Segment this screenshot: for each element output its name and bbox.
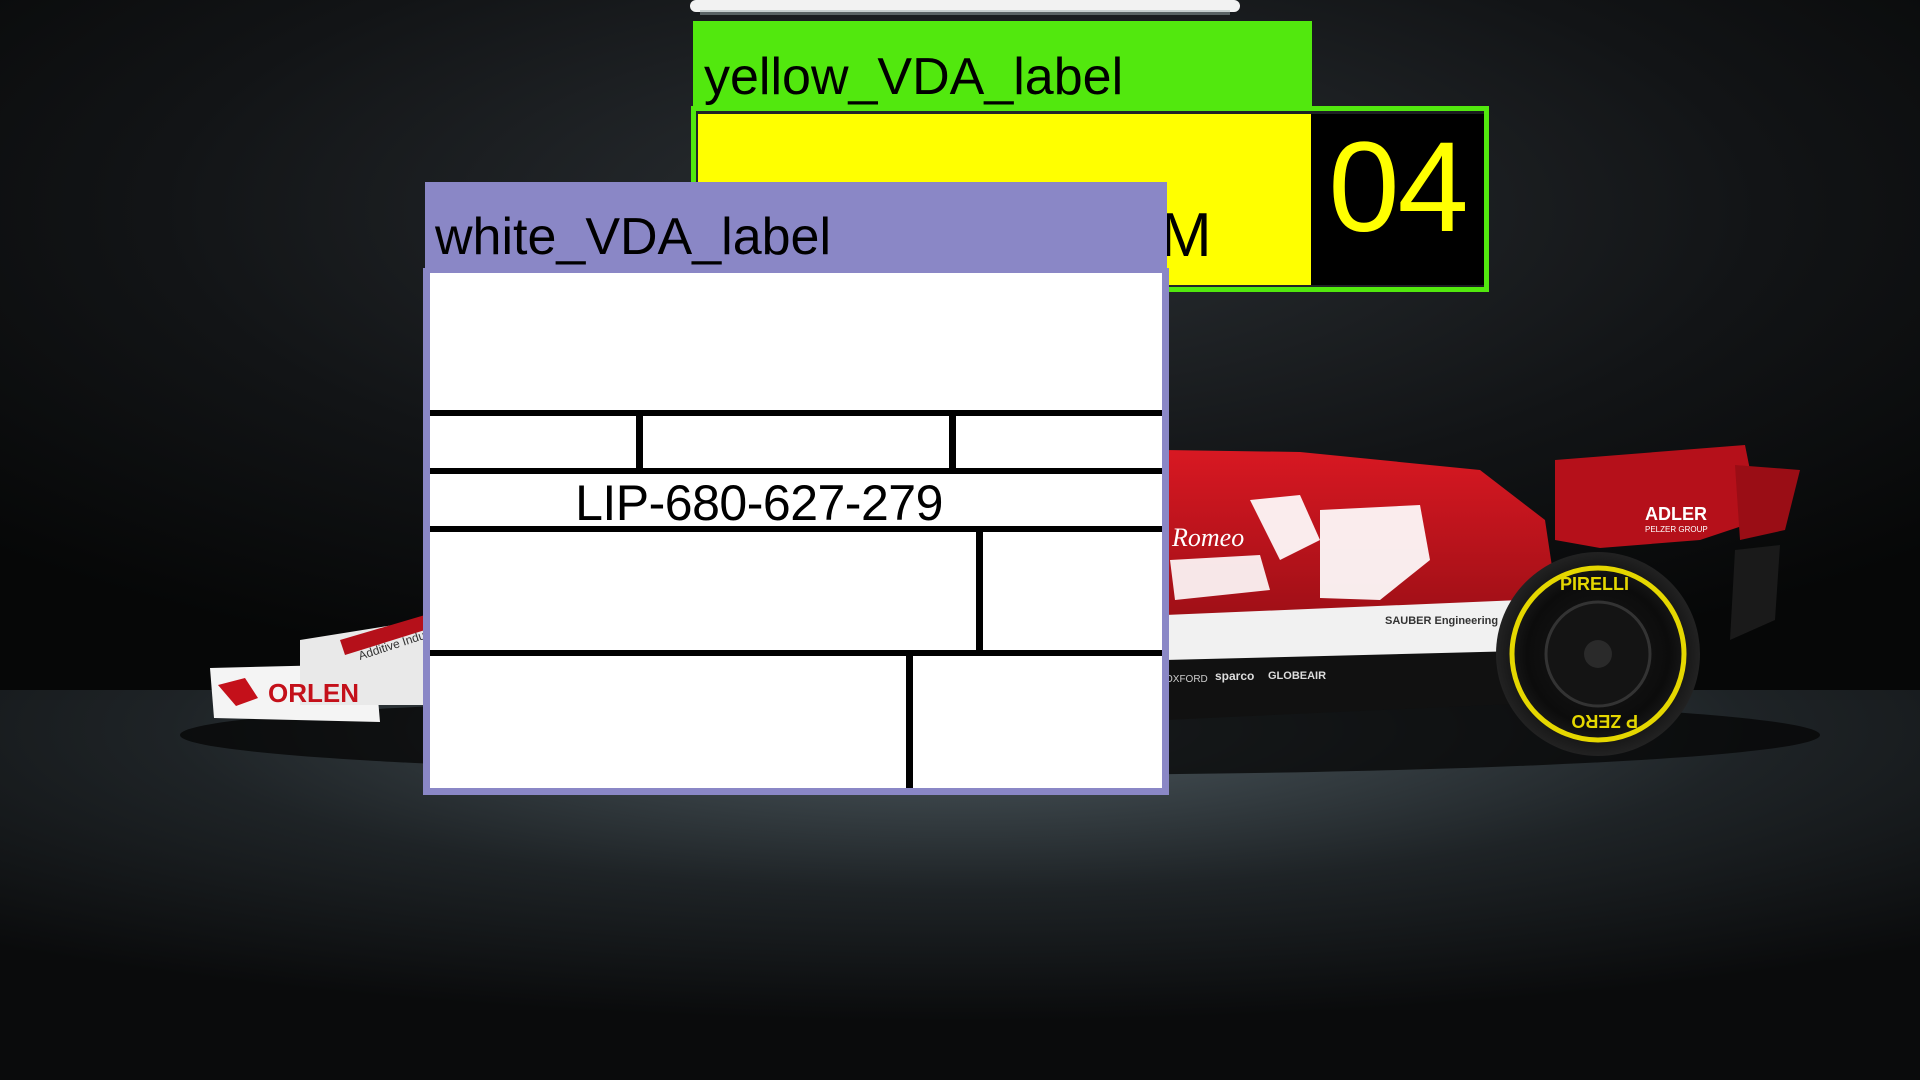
white-label-cell — [643, 416, 949, 468]
white-label-cell — [983, 532, 1162, 650]
yellow-label-number: 04 — [1328, 116, 1468, 259]
yellow-label-header: yellow_VDA_label — [693, 21, 1312, 108]
rear-tyre: PIRELLI P ZERO — [1496, 552, 1700, 756]
svg-text:Romeo: Romeo — [1171, 523, 1244, 552]
svg-text:ADLER: ADLER — [1645, 504, 1707, 524]
svg-text:ORLEN: ORLEN — [268, 678, 359, 708]
white-label-cell — [956, 416, 1162, 468]
svg-text:OXFORD: OXFORD — [1165, 674, 1208, 685]
white-label-header: white_VDA_label — [425, 182, 1167, 272]
white-label-cell — [430, 273, 1162, 410]
svg-text:sparco: sparco — [1215, 669, 1254, 683]
white-label-cell — [430, 416, 636, 468]
white-label-cell — [430, 656, 906, 788]
white-label-id-text: LIP-680-627-279 — [575, 475, 943, 531]
white-label-cell — [430, 532, 976, 650]
svg-text:P ZERO: P ZERO — [1571, 711, 1638, 731]
svg-text:SAUBER Engineering: SAUBER Engineering — [1385, 615, 1498, 627]
white-label-cell — [913, 656, 1162, 788]
svg-text:PELZER GROUP: PELZER GROUP — [1645, 525, 1708, 534]
svg-text:GLOBEAIR: GLOBEAIR — [1268, 670, 1326, 682]
yellow-label-field-text: M — [1160, 201, 1212, 270]
svg-text:PIRELLI: PIRELLI — [1560, 574, 1629, 594]
